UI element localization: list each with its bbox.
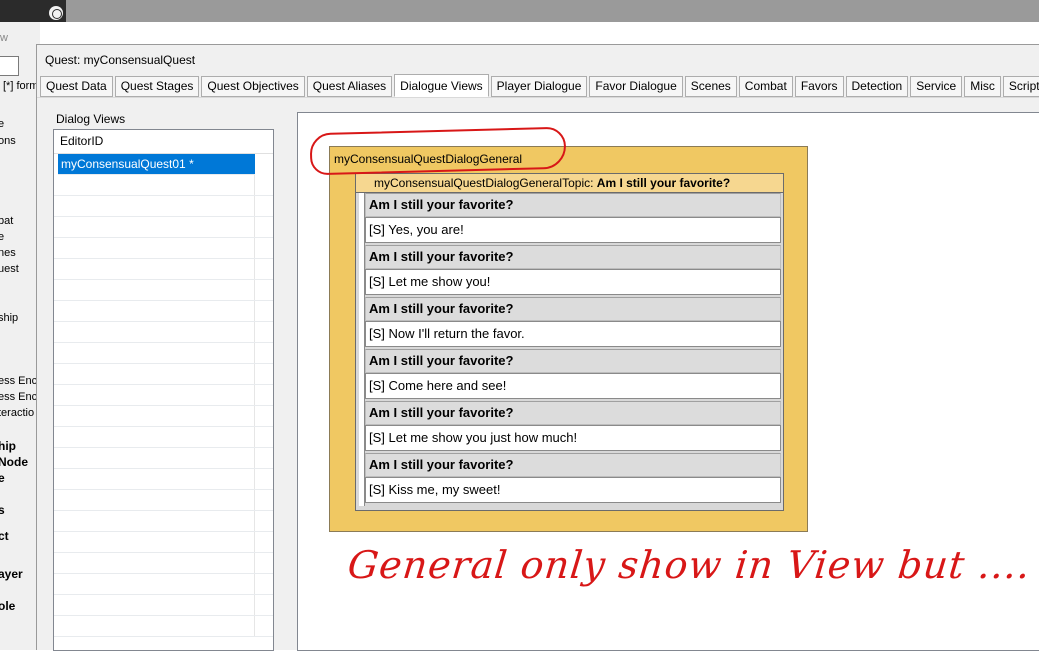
background-list-item: e bbox=[0, 231, 5, 243]
responses-area: Am I still your favorite? [S] Yes, you ar… bbox=[356, 193, 783, 510]
empty-list-row bbox=[54, 175, 273, 196]
tab-quest-aliases[interactable]: Quest Aliases bbox=[306, 76, 393, 97]
response-text[interactable]: [S] Let me show you just how much! bbox=[365, 425, 781, 451]
response-text[interactable]: [S] Kiss me, my sweet! bbox=[365, 477, 781, 503]
taskbar bbox=[0, 0, 1039, 22]
tab-quest-data[interactable]: Quest Data bbox=[40, 76, 113, 97]
background-input[interactable] bbox=[0, 56, 19, 76]
response-text[interactable]: [S] Yes, you are! bbox=[365, 217, 781, 243]
empty-list-row bbox=[54, 448, 273, 469]
empty-list-row bbox=[54, 427, 273, 448]
response-info[interactable]: Am I still your favorite? [S] Kiss me, my… bbox=[365, 453, 781, 503]
tab-dialogue-views[interactable]: Dialogue Views bbox=[394, 74, 489, 97]
tab-scenes[interactable]: Scenes bbox=[684, 76, 737, 97]
empty-list-row bbox=[54, 259, 273, 280]
background-list-item: teractio bbox=[0, 407, 35, 419]
background-form-label: [*] form bbox=[3, 80, 39, 92]
background-list-item: ons bbox=[0, 135, 16, 147]
tab-quest-objectives[interactable]: Quest Objectives bbox=[201, 76, 305, 97]
response-text[interactable]: [S] Come here and see! bbox=[365, 373, 781, 399]
empty-list-row bbox=[54, 574, 273, 595]
dialogue-branch[interactable]: myConsensualQuestDialogGeneral myConsens… bbox=[329, 146, 808, 532]
response-info[interactable]: Am I still your favorite? [S] Come here a… bbox=[365, 349, 781, 399]
response-prompt[interactable]: Am I still your favorite? bbox=[365, 401, 781, 425]
tab-strip: Quest Data Quest Stages Quest Objectives Qu… bbox=[40, 74, 1039, 98]
background-list-item: e bbox=[0, 471, 5, 485]
empty-list-row bbox=[54, 364, 273, 385]
globe-icon[interactable] bbox=[49, 6, 63, 20]
tab-combat[interactable]: Combat bbox=[738, 76, 793, 97]
response-info[interactable]: Am I still your favorite? [S] Yes, you ar… bbox=[365, 193, 781, 243]
tab-detection[interactable]: Detection bbox=[845, 76, 909, 97]
tab-favor-dialogue[interactable]: Favor Dialogue bbox=[589, 76, 683, 97]
response-prompt[interactable]: Am I still your favorite? bbox=[365, 453, 781, 477]
background-list-item: ess Enc bbox=[0, 391, 38, 403]
empty-list-row bbox=[54, 343, 273, 364]
background-list-item: e bbox=[0, 118, 5, 130]
topic-id: myConsensualQuestDialogGeneralTopic: bbox=[374, 176, 594, 190]
tab-scripts[interactable]: Scripts bbox=[1002, 76, 1039, 97]
response-prompt[interactable]: Am I still your favorite? bbox=[365, 349, 781, 373]
response-text[interactable]: [S] Let me show you! bbox=[365, 269, 781, 295]
empty-list-row bbox=[54, 217, 273, 238]
response-info[interactable]: Am I still your favorite? [S] Now I'll re… bbox=[365, 297, 781, 347]
empty-list-rows bbox=[54, 175, 273, 637]
background-list-item: nes bbox=[0, 247, 16, 259]
empty-list-row bbox=[54, 595, 273, 616]
empty-list-row bbox=[54, 301, 273, 322]
empty-list-row bbox=[54, 196, 273, 217]
tab-service[interactable]: Service bbox=[910, 76, 963, 97]
response-info[interactable]: Am I still your favorite? [S] Let me show… bbox=[365, 401, 781, 451]
dialogue-topic[interactable]: myConsensualQuestDialogGeneralTopic: Am … bbox=[355, 173, 784, 511]
empty-list-row bbox=[54, 511, 273, 532]
empty-list-row bbox=[54, 490, 273, 511]
tab-divider bbox=[37, 97, 1039, 98]
empty-list-row bbox=[54, 322, 273, 343]
background-list-item: ct bbox=[0, 529, 9, 543]
background-list-item: hip bbox=[0, 439, 16, 453]
tab-quest-stages[interactable]: Quest Stages bbox=[114, 76, 200, 97]
background-list-item: ayer bbox=[0, 567, 23, 581]
tab-misc[interactable]: Misc bbox=[964, 76, 1001, 97]
column-header-editorid[interactable]: EditorID bbox=[54, 130, 273, 154]
tab-favors[interactable]: Favors bbox=[794, 76, 844, 97]
handwritten-annotation: General only show in View but .... bbox=[345, 543, 1033, 587]
topic-text: Am I still your favorite? bbox=[596, 176, 731, 190]
background-list-item: Node bbox=[0, 455, 28, 469]
background-list-item: ess Enc bbox=[0, 375, 38, 387]
background-app: w [*] form e ons bat e nes uest ship ess Enc ess… bbox=[0, 22, 40, 650]
empty-list-row bbox=[54, 238, 273, 259]
taskbar-gray-area bbox=[66, 0, 1039, 22]
response-prompt[interactable]: Am I still your favorite? bbox=[365, 245, 781, 269]
tab-player-dialogue[interactable]: Player Dialogue bbox=[490, 76, 588, 97]
response-text[interactable]: [S] Now I'll return the favor. bbox=[365, 321, 781, 347]
list-item-selected[interactable]: myConsensualQuest01 * bbox=[58, 154, 255, 175]
annotation-circle bbox=[309, 126, 567, 176]
empty-list-row bbox=[54, 553, 273, 574]
response-prompt[interactable]: Am I still your favorite? bbox=[365, 297, 781, 321]
empty-list-row bbox=[54, 406, 273, 427]
dialog-views-label: Dialog Views bbox=[56, 112, 126, 126]
background-list-item: bat bbox=[0, 215, 14, 227]
empty-list-row bbox=[54, 616, 273, 637]
topic-header[interactable]: myConsensualQuestDialogGeneralTopic: Am … bbox=[356, 174, 783, 193]
empty-list-row bbox=[54, 469, 273, 490]
background-list-item: ship bbox=[0, 312, 19, 324]
background-window-title-fragment: w bbox=[0, 32, 8, 44]
empty-list-row bbox=[54, 280, 273, 301]
response-info[interactable]: Am I still your favorite? [S] Let me show… bbox=[365, 245, 781, 295]
background-list-item: s bbox=[0, 503, 5, 517]
background-list-item: ole bbox=[0, 599, 16, 613]
window-title: Quest: myConsensualQuest bbox=[45, 53, 196, 67]
background-list-item: uest bbox=[0, 263, 19, 275]
empty-list-row bbox=[54, 532, 273, 553]
dialog-views-list[interactable]: EditorID myConsensualQuest01 * bbox=[53, 129, 274, 651]
response-prompt[interactable]: Am I still your favorite? bbox=[365, 193, 781, 217]
empty-list-row bbox=[54, 385, 273, 406]
